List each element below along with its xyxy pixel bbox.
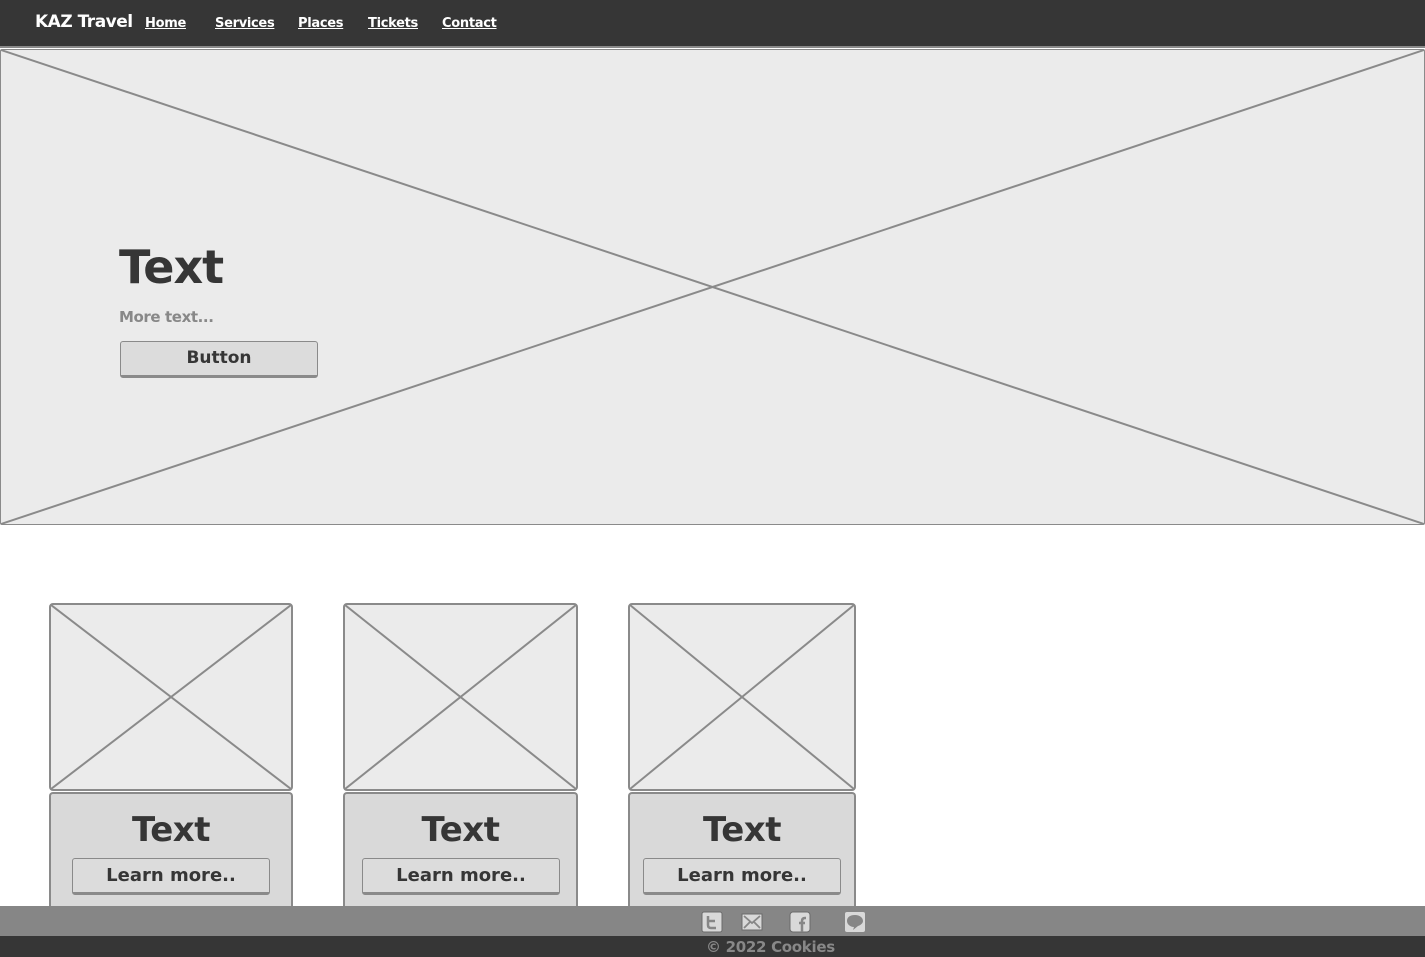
top-navbar: KAZ Travel Home Services Places Tickets … xyxy=(0,0,1425,48)
card-body: Text Learn more.. xyxy=(343,792,578,907)
nav-link-places[interactable]: Places xyxy=(298,16,344,31)
footer-bottom-bar: © 2022 Cookies xyxy=(0,936,1425,957)
nav-link-home[interactable]: Home xyxy=(145,16,186,31)
card-image-placeholder xyxy=(49,603,293,791)
card-title: Text xyxy=(132,810,210,850)
hero-title: Text xyxy=(119,240,224,294)
card-title: Text xyxy=(421,810,500,850)
nav-link-contact[interactable]: Contact xyxy=(442,16,497,31)
learn-more-button[interactable]: Learn more.. xyxy=(362,858,560,895)
chat-icon[interactable] xyxy=(844,911,866,933)
copyright-text: © 2022 Cookies xyxy=(706,938,835,956)
footer-social-bar xyxy=(0,906,1425,936)
nav-link-services[interactable]: Services xyxy=(215,16,275,31)
image-placeholder-icon xyxy=(51,605,291,789)
image-placeholder-icon xyxy=(345,605,576,789)
brand-logo[interactable]: KAZ Travel xyxy=(35,12,133,32)
hero-button[interactable]: Button xyxy=(120,341,318,378)
email-icon[interactable] xyxy=(741,911,763,933)
learn-more-button[interactable]: Learn more.. xyxy=(72,858,270,895)
hero-banner: Text More text... Button xyxy=(0,49,1425,525)
hero-subtitle: More text... xyxy=(119,308,214,326)
card-body: Text Learn more.. xyxy=(49,792,293,907)
card-title: Text xyxy=(703,810,781,850)
facebook-icon[interactable] xyxy=(789,911,811,933)
card-image-placeholder xyxy=(343,603,578,791)
twitter-icon[interactable] xyxy=(701,911,723,933)
card-image-placeholder xyxy=(628,603,856,791)
image-placeholder-icon xyxy=(630,605,854,789)
card-body: Text Learn more.. xyxy=(628,792,856,907)
learn-more-button[interactable]: Learn more.. xyxy=(643,858,841,895)
nav-link-tickets[interactable]: Tickets xyxy=(368,16,418,31)
